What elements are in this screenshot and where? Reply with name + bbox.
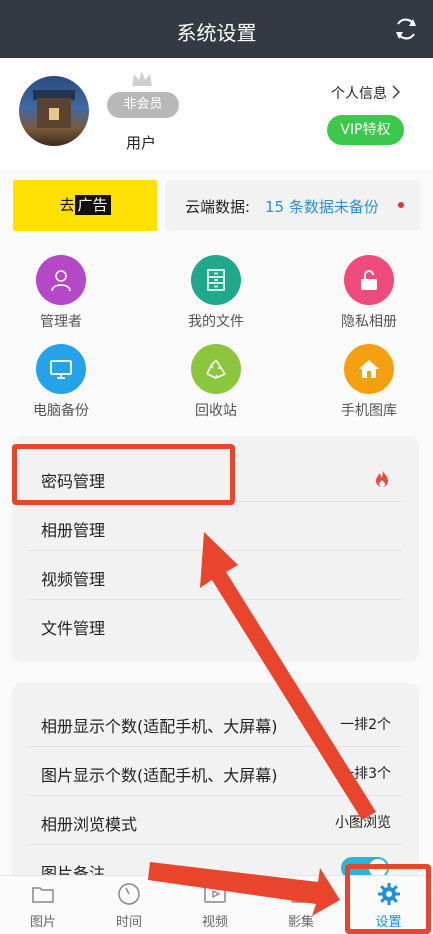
unlock-icon — [361, 270, 377, 290]
user-icon — [51, 270, 71, 292]
clock-icon — [118, 883, 140, 905]
remove-ads-button[interactable]: 去广告 — [13, 180, 157, 231]
folder-icon — [32, 887, 54, 903]
membership-badge: 非会员 — [107, 92, 179, 118]
image-notes-toggle[interactable] — [341, 857, 389, 875]
avatar[interactable] — [19, 76, 89, 146]
crown-icon — [132, 71, 152, 86]
profile-section: 非会员 用户 个人信息 VIP特权 — [0, 58, 433, 170]
cloud-value: 15 条数据未备份 — [265, 198, 379, 216]
notification-dot — [398, 202, 404, 208]
tab-album[interactable]: 影集 — [258, 876, 344, 934]
grid-item-recycle-bin[interactable]: 回收站 — [166, 344, 266, 424]
album-icon — [291, 886, 311, 903]
personal-info-link[interactable]: 个人信息 — [331, 83, 387, 103]
grid-item-my-files[interactable]: 我的文件 — [166, 255, 266, 335]
home-icon — [359, 360, 379, 378]
tab-settings[interactable]: 设置 — [344, 876, 433, 934]
image-columns-row[interactable]: 图片显示个数(适配手机、大屏幕) 一排3个 — [28, 747, 403, 796]
file-management-row[interactable]: 文件管理 — [28, 600, 403, 649]
album-columns-row[interactable]: 相册显示个数(适配手机、大屏幕) 一排2个 — [28, 698, 403, 747]
cloud-backup-status[interactable]: 云端数据: 15 条数据未备份 — [165, 180, 420, 231]
grid-item-admin[interactable]: 管理者 — [11, 255, 111, 335]
gear-icon — [378, 883, 400, 905]
tab-pictures[interactable]: 图片 — [0, 876, 86, 934]
chevron-right-icon — [392, 85, 401, 99]
tab-video[interactable]: 视频 — [172, 876, 258, 934]
password-management-row[interactable]: 密码管理 — [28, 453, 403, 502]
image-notes-row[interactable]: 图片备注 — [28, 845, 403, 875]
username: 用户 — [126, 134, 157, 152]
fire-icon — [376, 469, 388, 487]
title-bar: 系统设置 — [0, 0, 433, 58]
refresh-icon[interactable] — [393, 16, 419, 42]
cloud-label: 云端数据: — [185, 198, 251, 216]
video-management-row[interactable]: 视频管理 — [28, 551, 403, 600]
file-cabinet-icon — [207, 269, 225, 291]
album-view-mode-row[interactable]: 相册浏览模式 小图浏览 — [28, 796, 403, 845]
tab-time[interactable]: 时间 — [86, 876, 172, 934]
monitor-icon — [50, 360, 72, 379]
recycle-icon — [206, 359, 226, 380]
video-icon — [204, 885, 226, 903]
album-management-row[interactable]: 相册管理 — [28, 502, 403, 551]
page-title: 系统设置 — [176, 21, 257, 45]
bottom-tab-bar: 图片 时间 视频 影集 设置 — [0, 875, 433, 934]
grid-item-phone-gallery[interactable]: 手机图库 — [319, 344, 419, 424]
vip-button[interactable]: VIP特权 — [327, 115, 404, 145]
grid-item-pc-backup[interactable]: 电脑备份 — [11, 344, 111, 424]
grid-item-private-album[interactable]: 隐私相册 — [319, 255, 419, 335]
